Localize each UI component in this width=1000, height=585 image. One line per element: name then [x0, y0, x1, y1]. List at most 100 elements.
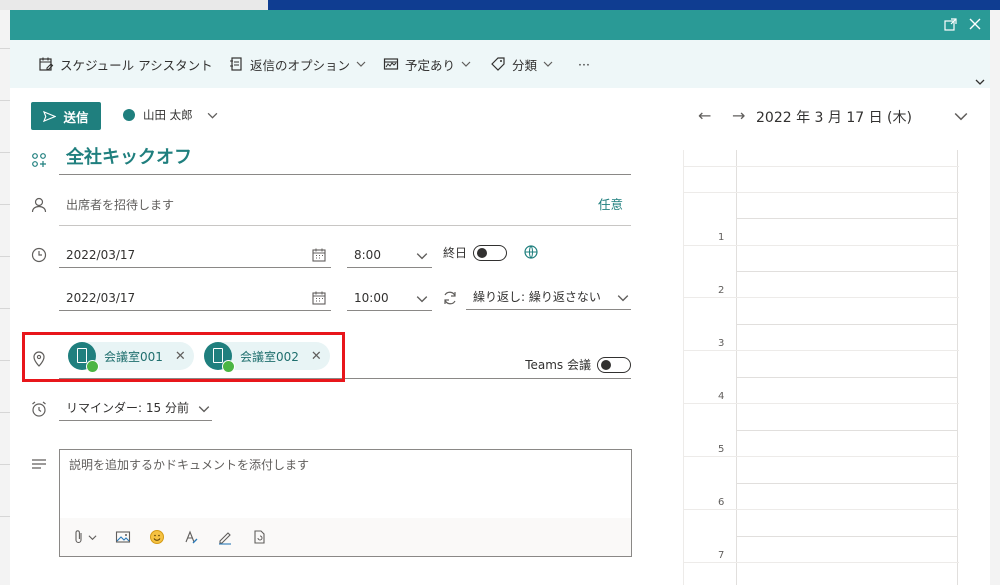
- calendar-hour-label: 4: [718, 391, 725, 402]
- busy-status-icon: [383, 58, 399, 70]
- send-button[interactable]: 送信: [31, 102, 101, 130]
- start-date-input[interactable]: 2022/03/17: [59, 242, 331, 268]
- response-options-button[interactable]: 返信のオプション: [228, 54, 366, 74]
- all-day-switch[interactable]: [473, 244, 508, 261]
- calendar-slot-line: [684, 403, 959, 404]
- teams-meeting-switch[interactable]: [597, 356, 631, 373]
- calendar-slot-line: [684, 562, 959, 563]
- chevron-down-icon: [461, 61, 471, 67]
- calendar-hour-line: [736, 218, 958, 219]
- calendar-slot-line: [684, 166, 959, 167]
- attendees-input[interactable]: 出席者を招待します 任意: [59, 192, 631, 226]
- calendar-right-border: [957, 150, 958, 585]
- chevron-down-icon: [416, 296, 428, 303]
- description-toolbar: [60, 518, 631, 556]
- more-options-label: ···: [578, 56, 590, 72]
- format-painter-button[interactable]: [183, 529, 199, 545]
- calendar-hour-label: 7: [718, 550, 725, 561]
- optional-attendees-link[interactable]: 任意: [598, 192, 623, 218]
- calendar-hour-label: 1: [718, 232, 725, 243]
- calendar-date-label: 2022 年 3 月 17 日 (木): [756, 110, 912, 126]
- calendar-icon[interactable]: [311, 290, 327, 306]
- categorize-label: 分類: [512, 57, 538, 73]
- insert-picture-button[interactable]: [115, 529, 131, 545]
- description-editor[interactable]: 説明を追加するかドキュメントを添付します: [59, 449, 632, 557]
- next-day-arrow-icon[interactable]: →: [732, 106, 745, 125]
- reminder-dropdown[interactable]: リマインダー: 15 分前: [59, 395, 212, 421]
- start-date-value: 2022/03/17: [66, 248, 136, 262]
- calendar-hour-line: [736, 377, 958, 378]
- start-time-value: 8:00: [354, 248, 381, 262]
- chevron-down-icon[interactable]: [954, 111, 968, 123]
- pop-out-icon[interactable]: [943, 16, 961, 34]
- attach-file-button[interactable]: [72, 529, 97, 545]
- start-time-dropdown[interactable]: 8:00: [347, 242, 432, 268]
- end-time-dropdown[interactable]: 10:00: [347, 285, 432, 311]
- recurrence-dropdown[interactable]: 繰り返し: 繰り返さない: [466, 284, 631, 310]
- calendar-icon[interactable]: [311, 247, 327, 263]
- response-options-label: 返信のオプション: [250, 57, 351, 73]
- time-zone-globe-icon[interactable]: [523, 244, 539, 264]
- recurrence-value: 繰り返し: 繰り返さない: [473, 290, 601, 304]
- previous-day-arrow-icon[interactable]: ←: [698, 106, 711, 125]
- day-calendar-header: ← → 2022 年 3 月 17 日 (木): [690, 106, 970, 128]
- alarm-clock-icon: [30, 400, 48, 418]
- chevron-down-icon: [88, 534, 97, 540]
- event-compose-dialog: スケジュール アシスタント 返信のオプション 予定あり 分類 ··· 送信 山田…: [10, 10, 990, 585]
- close-icon[interactable]: [967, 16, 985, 34]
- calendar-hour-label: 2: [718, 285, 725, 296]
- chevron-down-icon: [356, 61, 366, 67]
- picture-icon: [115, 531, 131, 543]
- emoji-icon: [150, 530, 164, 544]
- dialog-titlebar: [10, 10, 990, 40]
- tag-icon: [491, 57, 505, 71]
- calendar-hour-line: [736, 324, 958, 325]
- account-selector[interactable]: 山田 太郎: [123, 107, 218, 123]
- description-lines-icon: [30, 455, 48, 473]
- calendar-slot-line: [684, 456, 959, 457]
- all-day-label: 終日: [443, 246, 468, 260]
- send-label: 送信: [63, 109, 89, 125]
- insert-loop-button[interactable]: [251, 529, 267, 545]
- end-time-value: 10:00: [354, 291, 389, 305]
- response-options-icon: [230, 57, 242, 71]
- document-sync-icon: [254, 530, 265, 544]
- time-gutter-divider: [736, 150, 737, 585]
- expand-ribbon-chevron-icon[interactable]: [975, 72, 985, 91]
- text-format-icon: [185, 530, 198, 544]
- send-icon: [43, 110, 57, 122]
- end-date-value: 2022/03/17: [66, 291, 136, 305]
- background-left-panel: [0, 10, 10, 585]
- calendar-hour-label: 3: [718, 338, 725, 349]
- more-options-button[interactable]: ···: [578, 54, 590, 74]
- categorize-grid-icon[interactable]: [30, 151, 48, 169]
- chevron-down-icon: [198, 406, 210, 413]
- insert-emoji-button[interactable]: [149, 529, 165, 545]
- end-date-input[interactable]: 2022/03/17: [59, 285, 331, 311]
- calendar-slot-line: [684, 297, 959, 298]
- day-calendar-grid: 1 2 3 4 5 6 7: [683, 150, 959, 585]
- categorize-dropdown[interactable]: 分類: [490, 54, 553, 74]
- busy-status-dropdown[interactable]: 予定あり: [383, 54, 471, 74]
- calendar-hour-line: [736, 483, 958, 484]
- calendar-hour-line: [736, 430, 958, 431]
- chevron-down-icon: [543, 61, 553, 67]
- scheduling-assistant-button[interactable]: スケジュール アシスタント: [38, 54, 213, 74]
- all-day-toggle[interactable]: 終日: [443, 244, 508, 261]
- calendar-hour-line: [736, 271, 958, 272]
- calendar-hour-label: 5: [718, 444, 725, 455]
- calendar-slot-line: [684, 509, 959, 510]
- calendar-slot-line: [684, 192, 959, 193]
- signature-button[interactable]: [217, 529, 233, 545]
- calendar-hour-label: 6: [718, 497, 725, 508]
- recurrence-icon: [442, 290, 458, 310]
- description-placeholder: 説明を追加するかドキュメントを添付します: [69, 458, 310, 472]
- annotation-highlight-box: [22, 332, 345, 382]
- teams-meeting-label: Teams 会議: [525, 358, 591, 372]
- attendees-placeholder: 出席者を招待します: [66, 198, 175, 212]
- background-right-panel: [990, 10, 1000, 585]
- chevron-down-icon: [617, 295, 629, 302]
- event-title-input[interactable]: 全社キックオフ: [59, 145, 631, 175]
- pen-signature-icon: [219, 532, 231, 545]
- teams-meeting-toggle[interactable]: Teams 会議: [525, 356, 631, 373]
